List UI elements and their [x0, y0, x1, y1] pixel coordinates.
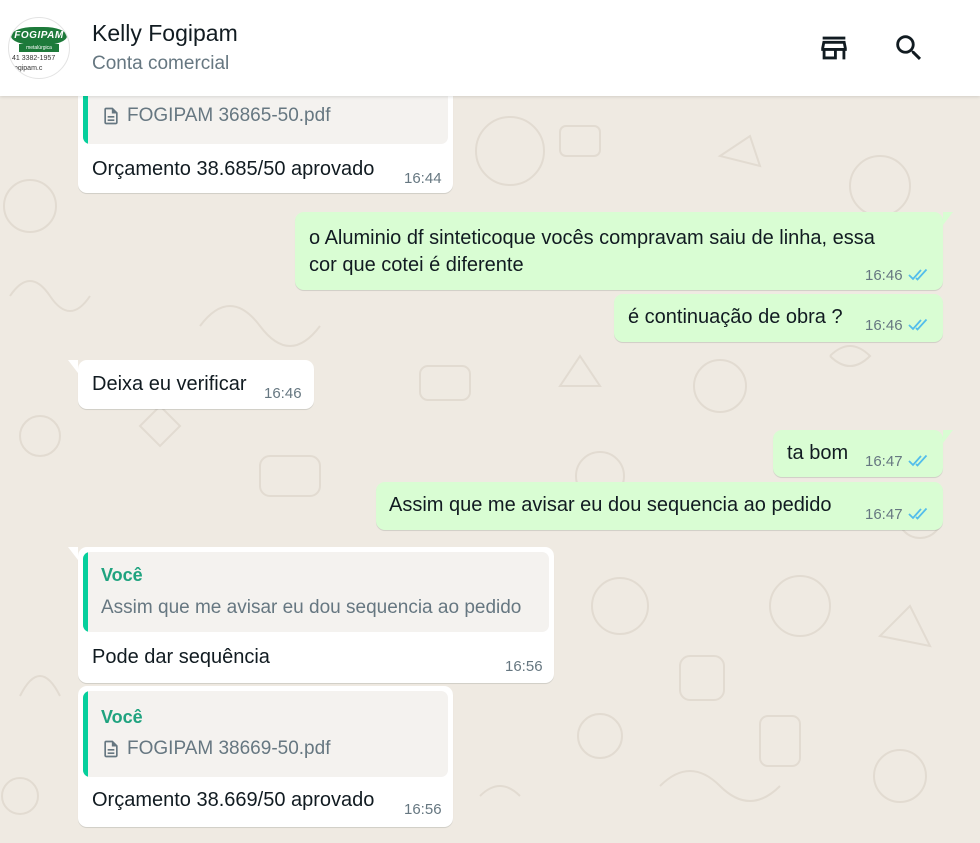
message-text-line2: cor que cotei é diferente	[309, 254, 524, 276]
quote-bar	[83, 96, 88, 144]
message-text: ta bom	[787, 442, 849, 464]
chat-header: FOGIPAM metalúrgica 41 3382-1957 fogipam…	[0, 0, 980, 96]
contact-avatar[interactable]: FOGIPAM metalúrgica 41 3382-1957 fogipam…	[8, 17, 70, 79]
avatar-logo: FOGIPAM	[11, 27, 67, 45]
read-ticks-icon	[908, 507, 928, 520]
message-time: 16:47	[865, 453, 903, 470]
quoted-filename: FOGIPAM 38669-50.pdf	[127, 738, 331, 759]
read-ticks-icon	[908, 318, 928, 331]
document-icon	[104, 107, 118, 125]
message-incoming[interactable]: Você Assim que me avisar eu dou sequenci…	[68, 547, 554, 683]
avatar-site: fogipam.c	[12, 65, 43, 72]
message-outgoing[interactable]: ta bom 16:47	[773, 430, 953, 477]
quoted-filename: FOGIPAM 36865-50.pdf	[127, 105, 331, 126]
avatar-phone: 41 3382-1957	[12, 55, 56, 62]
read-ticks-icon	[908, 454, 928, 467]
avatar-logo-sub: metalúrgica	[19, 44, 59, 52]
message-time: 16:47	[865, 506, 903, 523]
message-outgoing[interactable]: o Aluminio df sinteticoque vocês comprav…	[295, 212, 953, 290]
search-icon[interactable]	[892, 31, 926, 65]
message-time: 16:46	[865, 317, 903, 334]
message-text: é continuação de obra ?	[628, 306, 843, 328]
contact-name[interactable]: Kelly Fogipam	[92, 20, 238, 47]
read-ticks-icon	[908, 268, 928, 281]
quoted-author: Você	[101, 707, 143, 727]
quoted-message[interactable]: FOGIPAM 36865-50.pdf	[83, 96, 448, 144]
message-time: 16:56	[404, 801, 442, 818]
message-incoming[interactable]: Você FOGIPAM 38669-50.pdf Orçamento 38.6…	[78, 686, 453, 827]
message-text: Assim que me avisar eu dou sequencia ao …	[389, 494, 832, 516]
quoted-text: Assim que me avisar eu dou sequencia ao …	[101, 597, 522, 618]
message-text: Pode dar sequência	[92, 646, 270, 668]
quote-bar	[83, 552, 88, 632]
message-text-line1: o Aluminio df sinteticoque vocês comprav…	[309, 227, 875, 249]
message-text: Orçamento 38.685/50 aprovado	[92, 158, 375, 180]
quoted-author: Você	[101, 565, 143, 585]
message-outgoing[interactable]: é continuação de obra ? 16:46	[614, 294, 943, 342]
message-time: 16:44	[404, 170, 442, 187]
message-text: Deixa eu verificar	[92, 373, 247, 395]
message-incoming[interactable]: Deixa eu verificar 16:46	[68, 360, 314, 409]
quote-bar	[83, 691, 88, 777]
message-incoming[interactable]: FOGIPAM 36865-50.pdf Orçamento 38.685/50…	[78, 96, 453, 193]
message-time: 16:46	[865, 267, 903, 284]
store-icon[interactable]	[817, 31, 851, 65]
message-time: 16:46	[264, 385, 302, 402]
message-outgoing[interactable]: Assim que me avisar eu dou sequencia ao …	[376, 482, 943, 530]
chat-area[interactable]: FOGIPAM 36865-50.pdf Orçamento 38.685/50…	[0, 96, 980, 843]
message-text: Orçamento 38.669/50 aprovado	[92, 789, 375, 811]
message-time: 16:56	[505, 658, 543, 675]
quoted-message[interactable]: Você Assim que me avisar eu dou sequenci…	[83, 552, 549, 632]
document-icon	[104, 740, 118, 758]
contact-subtitle: Conta comercial	[92, 53, 230, 74]
quoted-message[interactable]: Você FOGIPAM 38669-50.pdf	[83, 691, 448, 777]
